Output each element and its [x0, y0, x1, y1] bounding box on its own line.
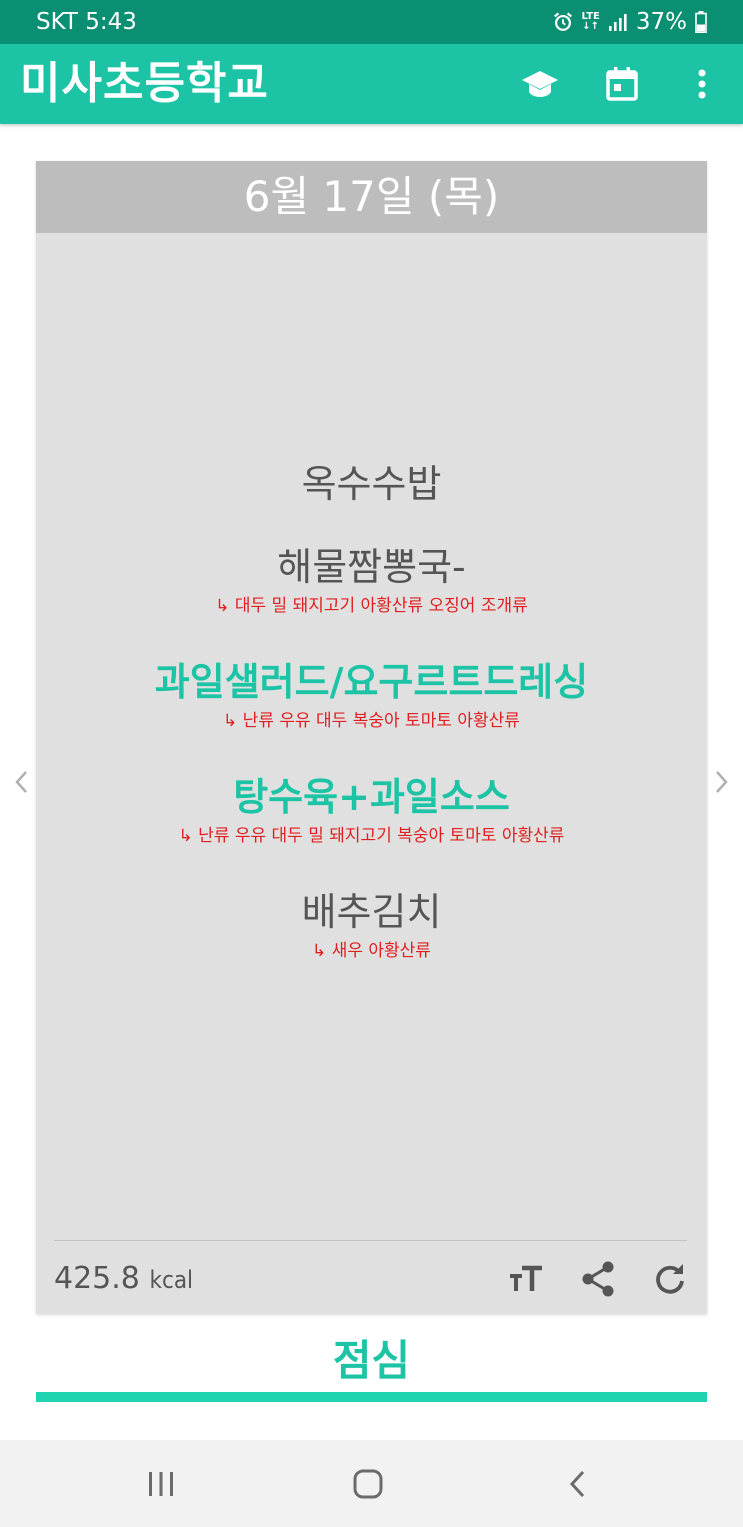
home-icon	[353, 1469, 383, 1499]
battery-percentage: 37%	[635, 9, 687, 35]
signal-icon	[608, 14, 627, 31]
kcal-unit: kcal	[149, 1266, 194, 1294]
kcal-value: 425.8	[54, 1261, 140, 1296]
status-carrier-time: SKT 5:43	[36, 9, 137, 35]
app-bar: 미사초등학교	[0, 44, 743, 124]
card-divider	[54, 1240, 687, 1241]
recent-apps-icon	[149, 1472, 173, 1496]
system-nav-bar	[0, 1440, 743, 1527]
menu-item: 탕수육+과일소스 ↳ 난류 우유 대두 밀 돼지고기 복숭아 토마토 아황산류	[36, 772, 707, 848]
status-bar: SKT 5:43 LTE ↓↑ 37%	[0, 0, 743, 44]
refresh-icon	[656, 1264, 684, 1294]
recent-apps-button[interactable]	[139, 1462, 183, 1506]
alarm-icon	[553, 12, 572, 31]
menu-list: 옥수수밥 해물짬뽕국- ↳ 대두 밀 돼지고기 아황산류 오징어 조개류 과일샐…	[36, 459, 707, 1002]
battery-icon	[695, 11, 707, 33]
allergy-info: ↳ 난류 우유 대두 밀 돼지고기 복숭아 토마토 아황산류	[178, 826, 565, 846]
menu-item: 배추김치 ↳ 새우 아황산류	[36, 887, 707, 963]
calendar-button[interactable]	[602, 64, 642, 104]
refresh-button[interactable]	[649, 1258, 691, 1300]
status-icons: LTE ↓↑ 37%	[552, 6, 708, 38]
more-vert-icon	[698, 69, 706, 99]
dish-name: 탕수육+과일소스	[233, 775, 510, 819]
meal-tab-lunch[interactable]: 점심	[36, 1332, 707, 1390]
share-icon	[582, 1261, 614, 1297]
text-size-button[interactable]	[505, 1258, 547, 1300]
calorie-info: 425.8 kcal	[54, 1259, 193, 1300]
school-cap-icon	[522, 71, 558, 97]
back-icon	[569, 1470, 585, 1498]
home-button[interactable]	[346, 1462, 390, 1506]
menu-item: 해물짬뽕국- ↳ 대두 밀 돼지고기 아황산류 오징어 조개류	[36, 542, 707, 618]
back-button[interactable]	[555, 1462, 599, 1506]
dish-name: 과일샐러드/요구르트드레싱	[154, 660, 589, 704]
next-day-button[interactable]	[710, 766, 734, 798]
chevron-right-icon	[716, 771, 728, 793]
dish-name: 배추김치	[301, 890, 442, 934]
dish-name: 해물짬뽕국-	[277, 545, 466, 589]
allergy-info: ↳ 대두 밀 돼지고기 아황산류 오징어 조개류	[215, 596, 528, 616]
app-title: 미사초등학교	[20, 58, 269, 109]
previous-day-button[interactable]	[9, 766, 33, 798]
school-button[interactable]	[520, 64, 560, 104]
dish-name: 옥수수밥	[301, 462, 442, 506]
more-options-button[interactable]	[682, 64, 722, 104]
allergy-info: ↳ 새우 아황산류	[312, 941, 431, 961]
menu-item: 옥수수밥	[36, 459, 707, 509]
menu-item: 과일샐러드/요구르트드레싱 ↳ 난류 우유 대두 복숭아 토마토 아황산류	[36, 657, 707, 733]
text-size-icon	[510, 1265, 542, 1291]
meal-card: 6월 17일 (목) 옥수수밥 해물짬뽕국- ↳ 대두 밀 돼지고기 아황산류 …	[36, 161, 707, 1314]
date-header: 6월 17일 (목)	[36, 161, 707, 233]
calendar-icon	[606, 67, 638, 101]
tab-indicator	[36, 1392, 707, 1402]
lte-icon: LTE ↓↑	[581, 11, 600, 32]
allergy-info: ↳ 난류 우유 대두 복숭아 토마토 아황산류	[223, 711, 520, 731]
chevron-left-icon	[15, 771, 27, 793]
share-button[interactable]	[577, 1258, 619, 1300]
